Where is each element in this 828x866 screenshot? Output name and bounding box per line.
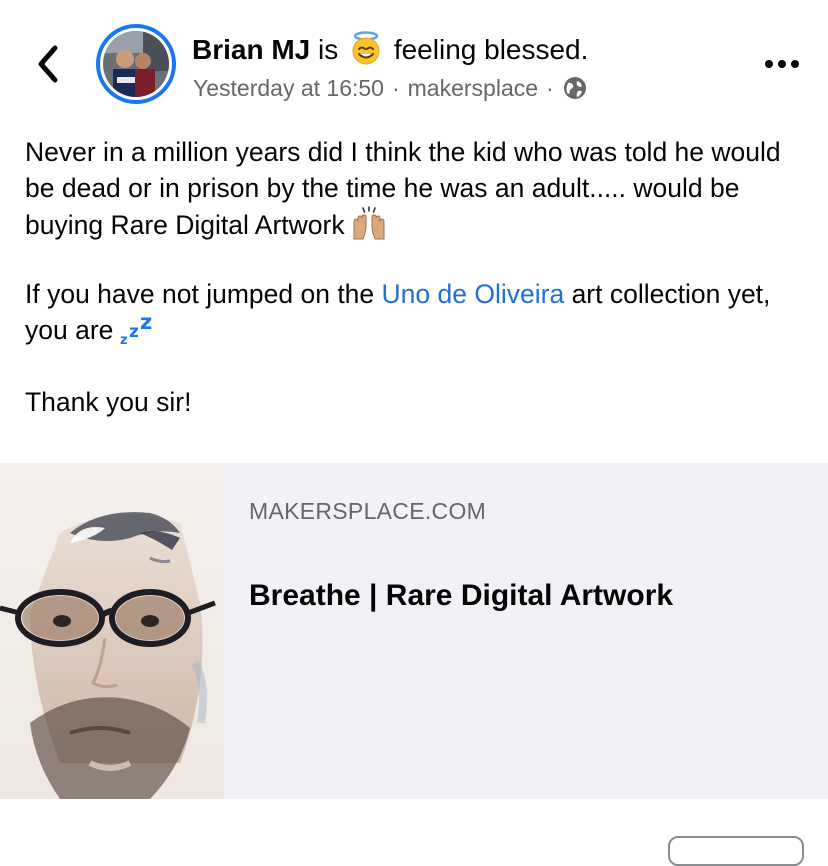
link-domain: MAKERSPLACE.COM <box>249 498 487 524</box>
post-paragraph-3: Thank you sir! <box>25 387 192 417</box>
avatar-photo <box>103 31 169 97</box>
post-header: Brian MJ is feeling blessed. Yesterday a… <box>0 0 828 120</box>
post-source[interactable]: makersplace <box>408 72 538 104</box>
paragraph-2-before: If you have not jumped on the <box>25 279 375 309</box>
link-title[interactable]: Breathe | Rare Digital Artwork <box>249 579 673 613</box>
link-thumbnail <box>0 463 224 799</box>
link-preview-card[interactable]: MAKERSPLACE.COM Breathe | Rare Digital A… <box>0 463 828 799</box>
svg-text:z: z <box>120 333 128 347</box>
mention-link[interactable]: Uno de Oliveira <box>382 279 565 309</box>
meta-separator: · <box>391 75 400 101</box>
author-line: Brian MJ is feeling blessed. <box>192 30 588 70</box>
globe-icon <box>562 75 588 101</box>
smiling-face-with-halo-icon <box>348 30 384 66</box>
is-label: is <box>318 34 339 65</box>
post-body: Never in a million years did I think the… <box>25 134 815 420</box>
post-paragraph-2: If you have not jumped on the Uno de Oli… <box>25 276 815 348</box>
back-button[interactable] <box>28 40 68 88</box>
svg-text:z: z <box>140 313 152 334</box>
feeling-label: feeling blessed. <box>393 34 589 65</box>
link-info: MAKERSPLACE.COM Breathe | Rare Digital A… <box>224 463 828 799</box>
zzz-icon: z z z <box>119 310 155 348</box>
avatar[interactable] <box>96 24 176 104</box>
svg-text:z: z <box>129 322 139 342</box>
meta-separator-2: · <box>546 75 554 101</box>
chevron-left-icon <box>38 45 58 83</box>
author-name[interactable]: Brian MJ <box>192 34 310 65</box>
paragraph-1-text: Never in a million years did I think the… <box>25 137 781 240</box>
more-horizontal-icon <box>765 60 799 68</box>
post-paragraph-1: Never in a million years did I think the… <box>25 134 815 243</box>
raising-hands-icon <box>351 206 387 240</box>
footer-button-partial[interactable] <box>668 836 804 866</box>
timestamp[interactable]: Yesterday at 16:50 <box>193 72 384 104</box>
more-options-button[interactable] <box>760 48 804 80</box>
post-meta: Yesterday at 16:50 · makersplace · <box>193 72 588 104</box>
